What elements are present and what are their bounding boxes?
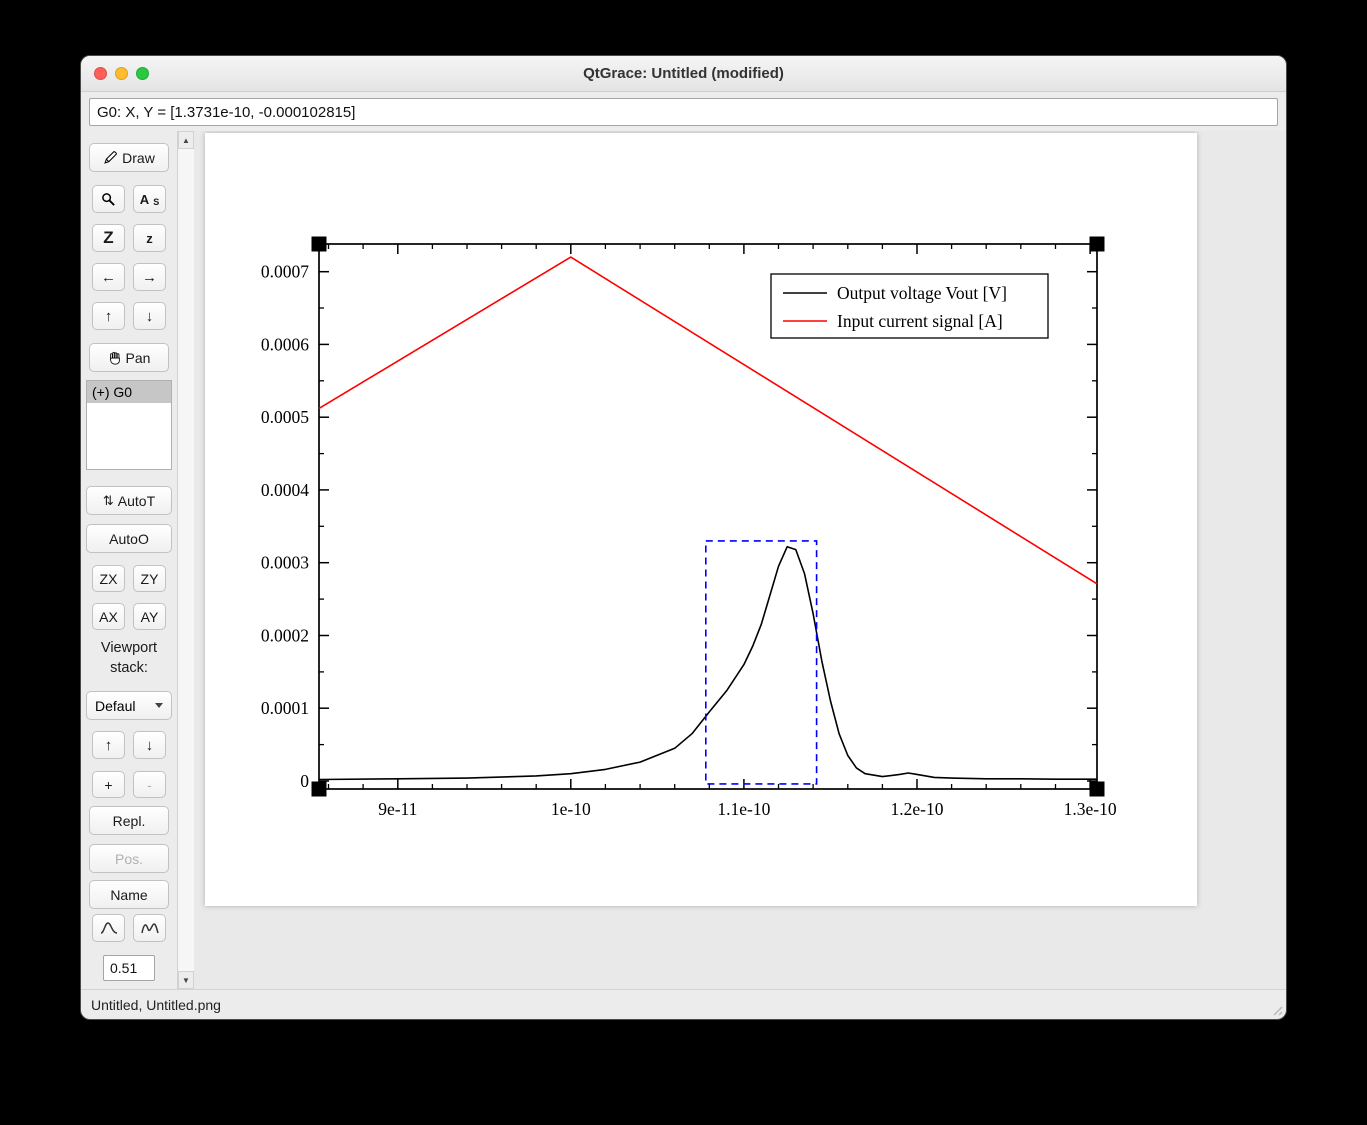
autoscale-zx-button[interactable]: ZX	[92, 565, 125, 592]
stack-down-button[interactable]: ↓	[133, 731, 166, 759]
autoscale-zy-button[interactable]: ZY	[133, 565, 166, 592]
minimize-window-button[interactable]	[115, 67, 128, 80]
selection-handle[interactable]	[1090, 237, 1105, 252]
autoscale-icon: ⇅	[103, 493, 114, 509]
y-tick-label: 0.0003	[261, 553, 309, 573]
plot-page[interactable]: 9e-11 1e-10 1.1e-10 1.2e-10 1.3e-10 0 0.0001 0.…	[205, 133, 1197, 906]
x-tick-label: 1.1e-10	[717, 799, 770, 819]
window-title: QtGrace: Untitled (modified)	[583, 65, 784, 82]
scrollbar-down-arrow[interactable]: ▼	[178, 971, 194, 989]
viewport-stack-value: Defaul	[95, 698, 135, 714]
graph-list-item-g0[interactable]: (+) G0	[87, 381, 171, 403]
wave-curve-icon	[141, 921, 159, 935]
hand-icon	[108, 351, 122, 365]
stack-remove-button[interactable]: -	[133, 771, 166, 798]
triangle-down-icon: ▼	[182, 976, 190, 985]
draw-button[interactable]: Draw	[89, 143, 169, 172]
tool-sidebar: Draw AS Z z ← →	[81, 131, 177, 989]
down-arrow-icon: ↓	[146, 308, 154, 325]
series-line-0[interactable]	[319, 547, 1097, 780]
magnification-input[interactable]	[103, 955, 155, 981]
y-tick-label: 0.0002	[261, 626, 309, 646]
autoscale-ay-button[interactable]: AY	[133, 603, 166, 630]
text-properties-label-a: A	[140, 192, 149, 207]
y-tick-label: 0.0004	[261, 480, 309, 500]
triangle-up-icon: ▲	[182, 136, 190, 145]
scroll-left-button[interactable]: ←	[92, 263, 125, 291]
plot-canvas[interactable]: 9e-11 1e-10 1.1e-10 1.2e-10 1.3e-10 0 0.0001 0.…	[194, 131, 1286, 989]
position-button[interactable]: Pos.	[89, 844, 169, 873]
status-text: Untitled, Untitled.png	[91, 997, 221, 1013]
sidebar-scrollbar[interactable]: ▲ ▼	[177, 131, 194, 989]
draw-button-label: Draw	[122, 150, 155, 166]
x-tick-label: 1e-10	[551, 799, 591, 819]
text-properties-label-s: S	[153, 197, 159, 207]
graph-list[interactable]: (+) G0	[86, 380, 172, 470]
autot-label: AutoT	[118, 493, 155, 509]
zoom-window-button[interactable]	[136, 67, 149, 80]
x-tick-label: 9e-11	[378, 799, 417, 819]
viewport-stack-label: Viewport stack:	[101, 638, 157, 678]
text-properties-button[interactable]: AS	[133, 185, 166, 213]
scroll-right-button[interactable]: →	[133, 263, 166, 291]
y-tick-label: 0	[300, 771, 309, 791]
pan-button[interactable]: Pan	[89, 343, 169, 372]
left-arrow-icon: ←	[101, 269, 116, 286]
selection-handle[interactable]	[312, 782, 327, 797]
selection-handle[interactable]	[1090, 782, 1105, 797]
autoscale-ticks-button[interactable]: ⇅ AutoT	[86, 486, 172, 515]
selection-handle[interactable]	[312, 237, 327, 252]
magnifier-icon	[101, 192, 116, 207]
x-tick-label: 1.3e-10	[1064, 799, 1117, 819]
zoom-out-button[interactable]: z	[133, 224, 166, 252]
qtgrace-window: QtGrace: Untitled (modified) G0: X, Y = …	[80, 55, 1287, 1020]
pen-icon	[103, 150, 118, 165]
stack-add-button[interactable]: +	[92, 771, 125, 798]
chevron-down-icon	[155, 703, 163, 708]
scroll-down-view-button[interactable]: ↓	[133, 302, 166, 330]
curve-tool-button-1[interactable]	[92, 914, 125, 942]
zoom-in-button[interactable]: Z	[92, 224, 125, 252]
y-tick-label: 0.0006	[261, 334, 309, 354]
y-tick-label: 0.0007	[261, 262, 309, 282]
viewport-stack-dropdown[interactable]: Defaul	[86, 691, 172, 720]
up-arrow-icon: ↑	[105, 308, 113, 325]
locator-bar: G0: X, Y = [1.3731e-10, -0.000102815]	[81, 92, 1286, 131]
scrollbar-track[interactable]	[178, 149, 194, 971]
legend-entry-label: Input current signal [A]	[837, 311, 1003, 331]
zoom-tool-button[interactable]	[92, 185, 125, 213]
x-tick-label: 1.2e-10	[891, 799, 944, 819]
y-tick-label: 0.0005	[261, 407, 309, 427]
y-tick-label: 0.0001	[261, 698, 309, 718]
stack-up-button[interactable]: ↑	[92, 731, 125, 759]
name-button[interactable]: Name	[89, 880, 169, 909]
zoom-selection-box	[706, 541, 817, 784]
autoscale-on-button[interactable]: AutoO	[86, 524, 172, 553]
autoscale-ax-button[interactable]: AX	[92, 603, 125, 630]
down-arrow-icon: ↓	[146, 737, 154, 754]
status-bar: Untitled, Untitled.png	[81, 989, 1286, 1019]
graph-plot[interactable]: 9e-11 1e-10 1.1e-10 1.2e-10 1.3e-10 0 0.0001 0.…	[205, 133, 1197, 906]
bell-curve-icon	[100, 921, 118, 935]
legend-entry-label: Output voltage Vout [V]	[837, 283, 1007, 303]
up-arrow-icon: ↑	[105, 737, 113, 754]
resize-grip[interactable]	[1270, 1003, 1283, 1016]
window-titlebar[interactable]: QtGrace: Untitled (modified)	[81, 56, 1286, 92]
locator-display: G0: X, Y = [1.3731e-10, -0.000102815]	[89, 98, 1278, 126]
scrollbar-up-arrow[interactable]: ▲	[178, 131, 194, 149]
curve-tool-button-2[interactable]	[133, 914, 166, 942]
scroll-up-view-button[interactable]: ↑	[92, 302, 125, 330]
traffic-lights	[94, 56, 149, 91]
right-arrow-icon: →	[142, 269, 157, 286]
pan-button-label: Pan	[126, 350, 151, 366]
close-window-button[interactable]	[94, 67, 107, 80]
replace-button[interactable]: Repl.	[89, 806, 169, 835]
